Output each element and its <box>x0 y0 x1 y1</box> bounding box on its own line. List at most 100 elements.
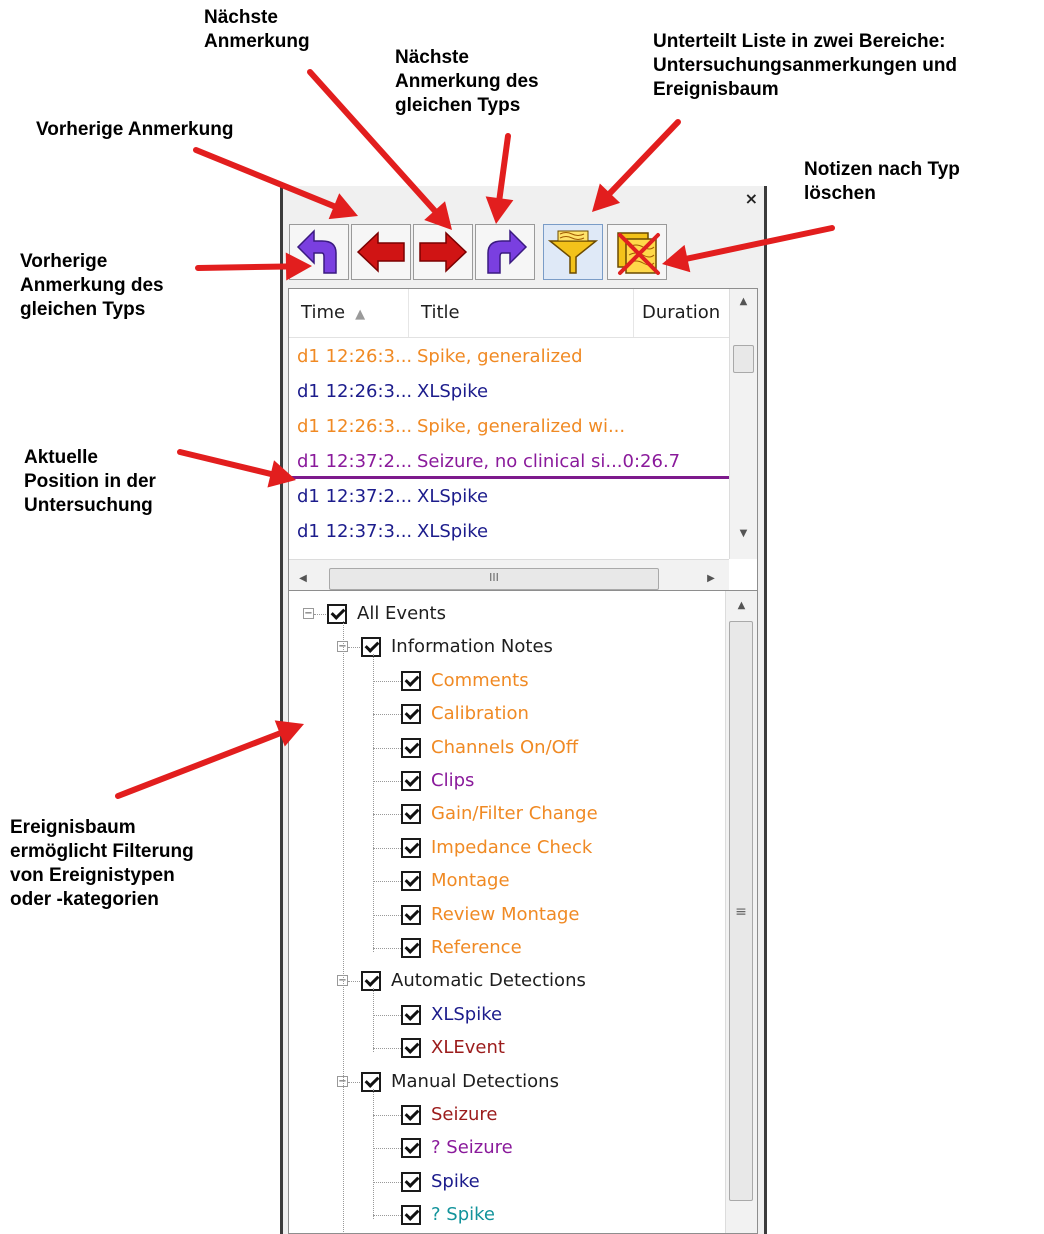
checkbox-checked[interactable] <box>361 971 381 992</box>
checkbox-checked[interactable] <box>401 704 421 725</box>
row-title: Spike, generalized <box>417 346 583 367</box>
tree-item-label[interactable]: XLSpike <box>431 1000 502 1030</box>
callout-previous-annotation: Vorherige Anmerkung <box>36 119 234 140</box>
callout-delete-notes: Notizen nach Typ löschen <box>804 159 960 204</box>
tree-connector <box>373 714 401 716</box>
checkbox-checked[interactable] <box>401 1038 421 1059</box>
annotation-list: Time ▲ Title Duration d1 12:26:3... Spike,… <box>288 288 758 600</box>
row-duration: 0:26.7 <box>622 451 681 472</box>
prev-annotation-icon <box>356 231 405 273</box>
tree-scroll-up-arrow-icon[interactable]: ▲ <box>726 595 757 617</box>
arrow-current-position <box>177 449 296 488</box>
tree-connector <box>348 647 360 649</box>
next-same-type-icon <box>487 229 528 274</box>
callout-previous-same-type: Vorherige Anmerkung des gleichen Typs <box>20 251 164 320</box>
row-title: XLSpike <box>417 521 489 542</box>
tree-item-label[interactable]: Channels On/Off <box>431 733 578 763</box>
row-time: d1 12:37:2... <box>297 486 413 507</box>
tree-vertical-scrollbar[interactable]: ▲ ≡ <box>725 591 757 1233</box>
table-row[interactable]: d1 12:26:3... Spike, generalized <box>289 339 729 374</box>
table-row[interactable]: d1 12:37:2... XLSpike <box>289 479 729 514</box>
checkbox-checked[interactable] <box>401 1138 421 1159</box>
tree-item-label[interactable]: ? Spike <box>431 1200 495 1230</box>
checkbox-checked[interactable] <box>401 737 421 758</box>
tree-leaf-node: XLSpike <box>289 1000 719 1030</box>
checkbox-checked[interactable] <box>401 938 421 958</box>
tree-item-label[interactable]: Comments <box>431 666 529 696</box>
tree-item-label[interactable]: ? Seizure <box>431 1133 513 1163</box>
next-annotation-button[interactable] <box>413 224 473 280</box>
checkbox-checked[interactable] <box>327 604 347 624</box>
scroll-left-arrow-icon[interactable]: ◀ <box>293 568 313 590</box>
checkbox-checked[interactable] <box>401 871 421 892</box>
scroll-up-arrow-icon[interactable]: ▲ <box>730 291 757 313</box>
checkbox-checked[interactable] <box>401 670 421 691</box>
tree-connector <box>373 1115 401 1116</box>
tree-connector <box>314 614 326 615</box>
tree-item-label[interactable]: XLEvent <box>431 1033 505 1063</box>
close-icon[interactable]: × <box>745 190 758 208</box>
tree-item-label[interactable]: Reference <box>431 933 522 963</box>
column-header-title[interactable]: Title <box>409 289 634 337</box>
tree-connector <box>373 747 401 749</box>
tree-item-label[interactable]: Gain/Filter Change <box>431 799 598 829</box>
checkbox-checked[interactable] <box>401 837 421 858</box>
list-vscroll-thumb[interactable] <box>733 345 754 373</box>
tree-connector <box>373 914 401 916</box>
tree-item-label[interactable]: Manual Detections <box>391 1067 559 1097</box>
tree-leaf-node: Seizure <box>289 1100 719 1130</box>
tree-item-label[interactable]: Information Notes <box>391 632 553 662</box>
row-title: XLSpike <box>417 381 489 402</box>
tree-item-label[interactable]: Clips <box>431 766 474 796</box>
tree-item-label[interactable]: All Events <box>357 599 446 629</box>
tree-item-label[interactable]: Automatic Detections <box>391 966 586 996</box>
table-row[interactable]: d1 12:26:3... XLSpike <box>289 374 729 409</box>
tree-connector <box>373 1014 401 1016</box>
column-header-time-label: Time <box>301 302 346 323</box>
tree-leaf-node: Spike <box>289 1167 719 1197</box>
next-same-type-button[interactable] <box>475 224 535 280</box>
sort-ascending-icon: ▲ <box>355 307 366 322</box>
tree-item-label[interactable]: Calibration <box>431 699 529 729</box>
tree-item-label[interactable]: Seizure <box>431 1100 497 1130</box>
scroll-down-arrow-icon[interactable]: ▼ <box>730 523 757 545</box>
checkbox-checked[interactable] <box>401 1171 421 1192</box>
list-hscroll-thumb[interactable]: III <box>329 568 659 590</box>
prev-same-type-button[interactable] <box>289 224 349 280</box>
column-header-duration[interactable]: Duration <box>634 289 729 337</box>
tree-connector <box>373 781 401 782</box>
column-header-title-label: Title <box>421 302 460 323</box>
checkbox-checked[interactable] <box>361 637 381 658</box>
tree-leaf-node: Gain/Filter Change <box>289 799 719 829</box>
tree-item-label[interactable]: Spike <box>431 1167 480 1197</box>
column-header-time[interactable]: Time ▲ <box>289 289 409 337</box>
tree-leaf-node: ? Spike <box>289 1200 719 1230</box>
collapse-toggle-icon[interactable]: − <box>303 608 314 619</box>
checkbox-checked[interactable] <box>401 804 421 825</box>
scroll-right-arrow-icon[interactable]: ▶ <box>701 568 721 590</box>
checkbox-checked[interactable] <box>401 771 421 791</box>
current-table-row[interactable]: d1 12:37:2... Seizure, no clinical si...0… <box>289 444 729 479</box>
prev-annotation-button[interactable] <box>351 224 411 280</box>
list-vertical-scrollbar[interactable]: ▲ ▼ <box>729 289 757 559</box>
tree-item-label[interactable]: Montage <box>431 866 510 896</box>
tree-item-label[interactable]: Impedance Check <box>431 833 592 863</box>
callout-next-annotation: Nächste Anmerkung <box>204 7 310 52</box>
delete-notes-icon <box>617 232 660 275</box>
delete-notes-button[interactable] <box>607 224 667 280</box>
checkbox-checked[interactable] <box>401 904 421 925</box>
tree-vscroll-thumb[interactable]: ≡ <box>729 621 753 1201</box>
tree-leaf-node: Clips <box>289 766 719 796</box>
tree-connector <box>373 1088 374 1219</box>
checkbox-checked[interactable] <box>401 1105 421 1125</box>
split-list-button[interactable] <box>543 224 603 280</box>
table-row[interactable]: d1 12:37:3... XLSpike <box>289 514 729 549</box>
row-title: Seizure, no clinical si... <box>417 451 623 472</box>
tree-connector <box>373 654 374 952</box>
tree-item-label[interactable]: Review Montage <box>431 900 579 930</box>
checkbox-checked[interactable] <box>401 1004 421 1025</box>
table-row[interactable]: d1 12:26:3... Spike, generalized wi... <box>289 409 729 444</box>
checkbox-checked[interactable] <box>361 1071 381 1092</box>
checkbox-checked[interactable] <box>401 1205 421 1226</box>
column-header-duration-label: Duration <box>642 302 721 323</box>
